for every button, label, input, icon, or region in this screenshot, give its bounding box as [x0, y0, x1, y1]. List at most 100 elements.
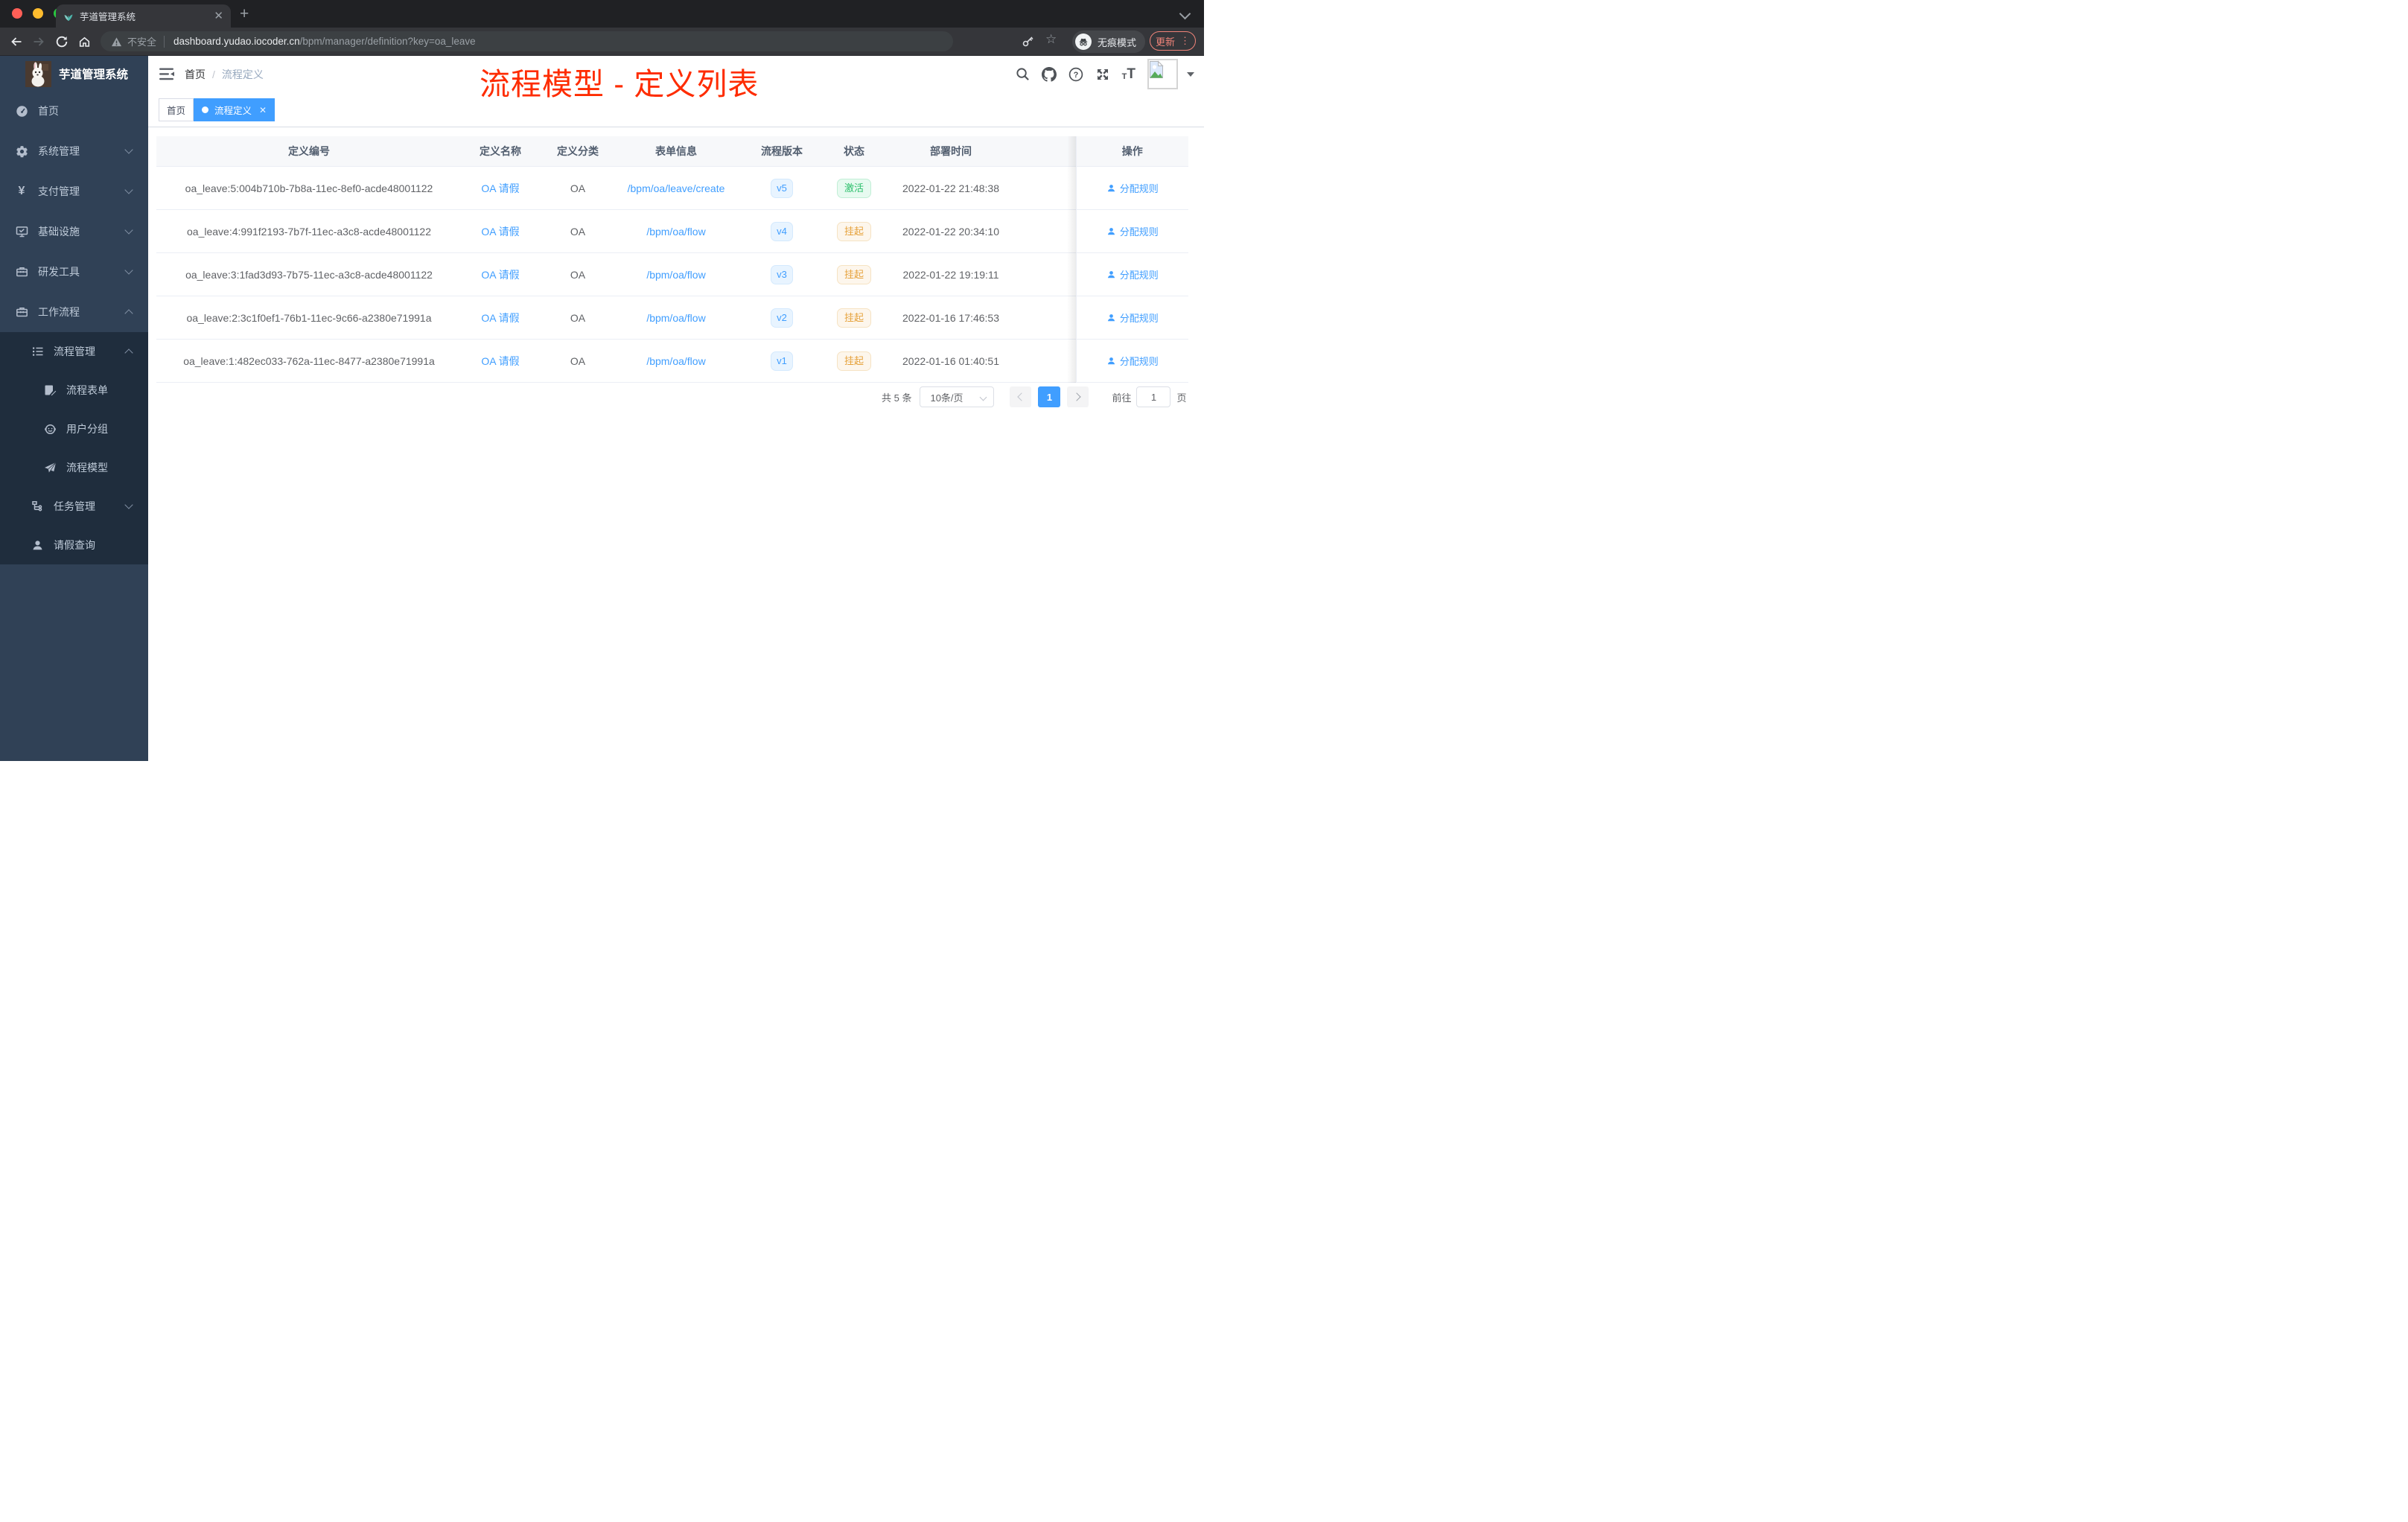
assign-rule-link[interactable]: 分配规则 [1106, 224, 1159, 238]
tag-current-label: 流程定义 [214, 106, 252, 116]
definition-id: oa_leave:2:3c1f0ef1-76b1-11ec-9c66-a2380… [156, 296, 462, 340]
column-header: 操作 [1075, 136, 1188, 167]
definition-name-link[interactable]: OA 请假 [481, 226, 519, 238]
deploy-time: 2022-01-16 01:40:51 [880, 339, 1022, 383]
definition-name-link[interactable]: OA 请假 [481, 182, 519, 194]
breadcrumb-separator: / [212, 69, 215, 80]
next-page-button[interactable] [1067, 386, 1089, 407]
bookmark-star-icon[interactable]: ☆ [1045, 32, 1057, 47]
back-icon[interactable] [9, 35, 23, 48]
sidebar-item-form[interactable]: 流程表单 [0, 371, 148, 410]
browser-tab[interactable]: 芋道管理系统 ✕ [56, 4, 231, 28]
assign-rule-link[interactable]: 分配规则 [1106, 311, 1159, 325]
goto-label: 前往 [1112, 392, 1132, 404]
form-link[interactable]: /bpm/oa/leave/create [628, 182, 725, 194]
select-chevron-icon [980, 393, 987, 401]
chevron-up-icon [124, 348, 133, 357]
address-bar[interactable]: 不安全 dashboard.yudao.iocoder.cn/bpm/manag… [101, 31, 953, 51]
sidebar-item-yen[interactable]: ¥ 支付管理 [0, 171, 148, 211]
definition-category: OA [539, 339, 617, 383]
page-size-select[interactable]: 10条/页 [920, 386, 995, 407]
browser-menu-icon[interactable]: ⋮ [1180, 35, 1190, 47]
forward-icon[interactable] [32, 35, 46, 48]
sidebar-item-toolbox[interactable]: 研发工具 [0, 252, 148, 292]
version-tag: v5 [771, 178, 793, 198]
deploy-time: 2022-01-16 17:46:53 [880, 296, 1022, 340]
help-question-icon[interactable]: ? [1068, 67, 1083, 82]
sidebar-logo[interactable]: 芋道管理系统 [0, 56, 148, 92]
incognito-label: 无痕模式 [1098, 36, 1137, 48]
reload-icon[interactable] [55, 35, 69, 48]
password-key-icon[interactable] [1022, 36, 1034, 48]
tab-close-icon[interactable]: ✕ [214, 10, 223, 22]
pagination-total: 共 5 条 [882, 392, 912, 404]
sidebar-item-send[interactable]: 流程模型 [0, 448, 148, 487]
sidebar-item-label: 工作流程 [38, 306, 80, 318]
tree-icon [31, 500, 44, 512]
window-minimize-button[interactable] [33, 8, 43, 19]
user-avatar[interactable] [1147, 59, 1178, 89]
assign-rule-label: 分配规则 [1119, 183, 1159, 194]
github-icon[interactable] [1041, 66, 1057, 82]
home-icon[interactable] [77, 35, 92, 48]
page-1-button[interactable]: 1 [1038, 386, 1061, 407]
address-separator [164, 35, 165, 48]
assign-rule-link[interactable]: 分配规则 [1106, 354, 1159, 368]
hamburger-icon[interactable] [159, 68, 175, 80]
status-badge: 挂起 [836, 308, 871, 328]
breadcrumb-home[interactable]: 首页 [185, 69, 206, 80]
version-tag-cell: v4 [736, 209, 828, 253]
gear-icon [15, 145, 28, 158]
sidebar-item-label: 系统管理 [38, 145, 80, 157]
version-tag: v4 [771, 221, 793, 241]
tag-home-label: 首页 [167, 106, 186, 116]
form-link[interactable]: /bpm/oa/flow [646, 226, 705, 238]
definition-name-link[interactable]: OA 请假 [481, 269, 519, 281]
prev-page-button[interactable] [1010, 386, 1032, 407]
goto-page-input[interactable] [1136, 386, 1171, 407]
definition-name-link[interactable]: OA 请假 [481, 312, 519, 324]
sidebar-item-label: 流程管理 [54, 346, 95, 357]
person-icon [1106, 270, 1116, 279]
column-header: 流程版本 [736, 136, 828, 167]
fullscreen-icon[interactable] [1095, 67, 1110, 82]
form-link[interactable]: /bpm/oa/flow [646, 312, 705, 324]
incognito-icon [1075, 34, 1092, 50]
window-close-button[interactable] [12, 8, 22, 19]
navbar-actions: ? TT [1016, 56, 1194, 92]
sidebar-item-dashboard[interactable]: 首页 [0, 91, 148, 131]
search-icon[interactable] [1016, 67, 1030, 81]
sidebar-item-label: 请假查询 [54, 539, 95, 551]
page-size-value: 10条/页 [930, 392, 963, 404]
security-label[interactable]: 不安全 [127, 34, 156, 48]
chrome-update-button[interactable]: 更新 ⋮ [1150, 31, 1196, 51]
assign-rule-link[interactable]: 分配规则 [1106, 267, 1159, 281]
tab-search-chevron-icon[interactable] [1179, 7, 1191, 20]
incognito-badge: 无痕模式 [1072, 31, 1146, 53]
form-link[interactable]: /bpm/oa/flow [646, 269, 705, 281]
definition-name-link[interactable]: OA 请假 [481, 355, 519, 367]
sidebar-item-robot[interactable]: 用户分组 [0, 410, 148, 448]
status-badge-cell: 挂起 [828, 252, 880, 296]
chevron-down-icon [124, 226, 133, 235]
sidebar-item-tree[interactable]: 任务管理 [0, 487, 148, 526]
workflow-submenu: 流程管理流程表单 用户分组 流程模型 任务管理请假查询 [0, 332, 148, 564]
sidebar-item-briefcase[interactable]: 工作流程 [0, 292, 148, 332]
sidebar-item-user[interactable]: 请假查询 [0, 526, 148, 564]
new-tab-button[interactable]: + [240, 5, 249, 23]
person-icon [1106, 313, 1116, 322]
tag-close-icon[interactable]: ✕ [259, 105, 267, 115]
avatar-caret-icon[interactable] [1187, 71, 1194, 77]
filler [1022, 252, 1076, 296]
sidebar-item-gear[interactable]: 系统管理 [0, 131, 148, 171]
assign-rule-link[interactable]: 分配规则 [1106, 181, 1159, 195]
sidebar-item-list[interactable]: 流程管理 [0, 332, 148, 371]
tag-home[interactable]: 首页 [159, 98, 194, 121]
sidebar-menu: 首页系统管理 ¥ 支付管理 基础设施 研发工具工作流程流程管理流程表单 用户分组 流程模型任… [0, 91, 148, 564]
chevron-up-icon [124, 309, 133, 318]
sidebar-item-monitor[interactable]: 基础设施 [0, 211, 148, 252]
form-link[interactable]: /bpm/oa/flow [646, 355, 705, 367]
font-size-icon[interactable]: TT [1122, 67, 1135, 81]
tag-current[interactable]: 流程定义 ✕ [194, 98, 275, 121]
op-cell: 分配规则 [1075, 252, 1188, 296]
